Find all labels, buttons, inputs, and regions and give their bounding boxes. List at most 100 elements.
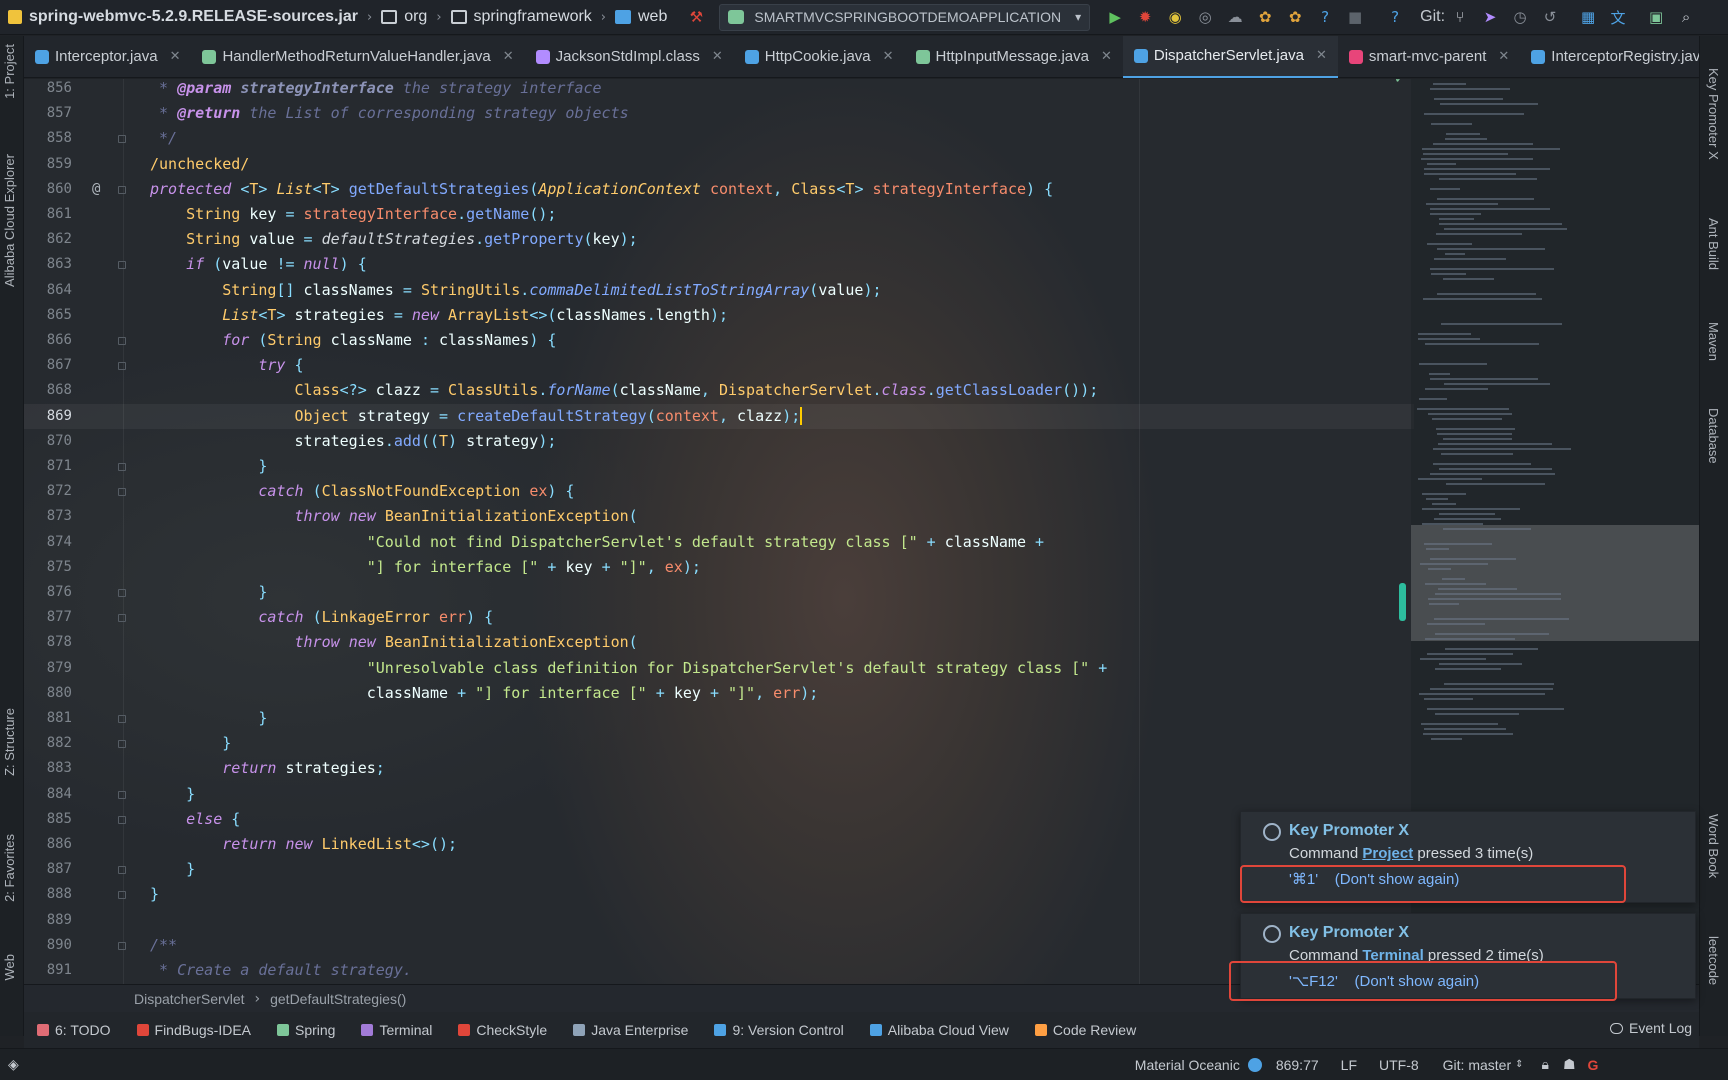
line-number[interactable]: 878 [30, 630, 72, 655]
tool-word-book[interactable]: Word Book [1706, 814, 1721, 878]
project-structure-icon[interactable]: ▦ [1579, 8, 1597, 26]
coverage-icon[interactable]: ◉ [1166, 8, 1184, 26]
fold-marker-icon[interactable] [118, 135, 126, 144]
tool-window-9-version-control[interactable]: 9: Version Control [714, 1022, 844, 1038]
fold-marker-icon[interactable] [118, 589, 126, 597]
caret-position[interactable]: 869:77 [1276, 1057, 1319, 1073]
help-icon[interactable]: ? [1316, 8, 1334, 26]
git-branch-icon[interactable]: ⑂ [1451, 8, 1469, 26]
debug-icon[interactable]: ✹ [1136, 8, 1154, 26]
code-line[interactable]: 860 @ protected <T> List<T> getDefaultStra… [24, 177, 1414, 202]
override-marker-icon[interactable]: @ [92, 177, 100, 202]
tool-window-alibaba-cloud-view[interactable]: Alibaba Cloud View [869, 1022, 1009, 1038]
tab-jacksonstdimpl-class[interactable]: JacksonStdImpl.class ✕ [525, 36, 734, 78]
line-number[interactable]: 860 [30, 177, 72, 202]
code-line[interactable]: 886 return new LinkedList<>(); [24, 832, 1414, 857]
fold-marker-icon[interactable] [118, 488, 126, 497]
line-number[interactable]: 856 [30, 79, 72, 101]
crumb-org[interactable]: org [375, 0, 433, 35]
tab-handlermethodreturnvaluehandler-java[interactable]: HandlerMethodReturnValueHandler.java ✕ [191, 36, 524, 78]
crumb-project[interactable]: spring-webmvc-5.2.9.RELEASE-sources.jar [0, 0, 364, 35]
tool-structure[interactable]: Z: Structure [2, 708, 17, 776]
tool-window-code-review[interactable]: Code Review [1034, 1022, 1136, 1038]
line-number[interactable]: 859 [30, 152, 72, 177]
close-icon[interactable]: ✕ [1316, 48, 1327, 63]
line-number[interactable]: 858 [30, 126, 72, 151]
code-line[interactable]: 856 * @param strategyInterface the strat… [24, 79, 1414, 101]
tool-database[interactable]: Database [1706, 408, 1721, 464]
code-line[interactable]: 857 * @return the List of corresponding … [24, 101, 1414, 126]
line-number[interactable]: 870 [30, 429, 72, 454]
code-line[interactable]: 866 for (String className : classNames) … [24, 328, 1414, 353]
code-line[interactable]: 879 "Unresolvable class definition for D… [24, 656, 1414, 681]
line-number[interactable]: 861 [30, 202, 72, 227]
code-line[interactable]: 864 String[] classNames = StringUtils.co… [24, 278, 1414, 303]
line-number[interactable]: 863 [30, 252, 72, 277]
search-everywhere-icon[interactable]: ? [1386, 8, 1404, 26]
code-line[interactable]: 871 } [24, 454, 1414, 479]
crumb-springframework[interactable]: springframework [445, 0, 598, 35]
line-number[interactable]: 872 [30, 479, 72, 504]
tool-alibaba-cloud-explorer[interactable]: Alibaba Cloud Explorer [2, 154, 17, 287]
google-icon[interactable]: G [1588, 1057, 1599, 1073]
theme-label[interactable]: Material Oceanic [1135, 1057, 1240, 1073]
tool-leetcode[interactable]: leetcode [1706, 936, 1721, 985]
line-number[interactable]: 866 [30, 328, 72, 353]
tab-interceptorregistry-java[interactable]: InterceptorRegistry.java✕ [1520, 36, 1728, 78]
line-number[interactable]: 890 [30, 933, 72, 958]
inspector-icon[interactable]: ☗ [1563, 1057, 1576, 1073]
line-number[interactable]: 889 [30, 908, 72, 933]
tool-maven[interactable]: Maven [1706, 322, 1721, 361]
code-line[interactable]: 873 throw new BeanInitializationExceptio… [24, 504, 1414, 529]
line-number[interactable]: 873 [30, 504, 72, 529]
git-rollback-icon[interactable]: ↺ [1541, 8, 1559, 26]
crumb-web[interactable]: web [609, 0, 673, 35]
git-push-icon[interactable]: ➤ [1481, 8, 1499, 26]
line-number[interactable]: 880 [30, 681, 72, 706]
run-icon[interactable]: ▶ [1106, 8, 1124, 26]
code-line[interactable]: 891 * Create a default strategy. [24, 958, 1414, 983]
fold-marker-icon[interactable] [118, 866, 126, 875]
hammer-icon[interactable]: ⚒ [687, 8, 705, 26]
fold-marker-icon[interactable] [118, 891, 126, 900]
line-number[interactable]: 865 [30, 303, 72, 328]
attach-icon[interactable]: ☁ [1226, 8, 1244, 26]
line-number[interactable]: 874 [30, 530, 72, 555]
close-icon[interactable]: ✕ [170, 49, 181, 64]
line-separator[interactable]: LF [1341, 1057, 1357, 1073]
fold-marker-icon[interactable] [118, 261, 126, 270]
tool-window-java-enterprise[interactable]: Java Enterprise [573, 1022, 688, 1038]
code-line[interactable]: 862 String value = defaultStrategies.get… [24, 227, 1414, 252]
line-number[interactable]: 877 [30, 605, 72, 630]
code-line[interactable]: 890 /** [24, 933, 1414, 958]
code-line[interactable]: 869 Object strategy = createDefaultStrat… [24, 403, 1414, 429]
breadcrumb-class[interactable]: DispatcherServlet [134, 991, 245, 1007]
git-branch[interactable]: Git: master [1443, 1057, 1511, 1073]
fold-marker-icon[interactable] [118, 790, 126, 799]
line-number[interactable]: 882 [30, 731, 72, 756]
profile-icon[interactable]: ◎ [1196, 8, 1214, 26]
code-line[interactable]: 884 } [24, 782, 1414, 807]
close-icon[interactable]: ✕ [1498, 49, 1509, 64]
line-number[interactable]: 875 [30, 555, 72, 580]
line-number[interactable]: 881 [30, 706, 72, 731]
tab-httpcookie-java[interactable]: HttpCookie.java ✕ [734, 36, 905, 78]
code-line[interactable]: 881 } [24, 706, 1414, 731]
tool-favorites[interactable]: 2: Favorites [2, 834, 17, 902]
tab-interceptor-java[interactable]: Interceptor.java ✕ [24, 36, 191, 78]
tool-key-promoter-x[interactable]: Key Promoter X [1706, 68, 1721, 160]
code-line[interactable]: 883 return strategies; [24, 756, 1414, 781]
translate-icon[interactable]: 文 [1609, 8, 1627, 27]
code-line[interactable]: 876 } [24, 580, 1414, 605]
fold-marker-icon[interactable] [118, 815, 126, 824]
code-line[interactable]: 870 strategies.add((T) strategy); [24, 429, 1414, 454]
line-number[interactable]: 888 [30, 882, 72, 907]
tool-project[interactable]: 1: Project [2, 44, 17, 99]
line-number[interactable]: 885 [30, 807, 72, 832]
tool-web[interactable]: Web [2, 954, 17, 981]
code-line[interactable]: 867 try { [24, 353, 1414, 378]
line-number[interactable]: 879 [30, 656, 72, 681]
line-number[interactable]: 857 [30, 101, 72, 126]
search-icon[interactable]: ⌕ [1677, 8, 1695, 26]
notification-command-link[interactable]: Project [1362, 845, 1413, 862]
